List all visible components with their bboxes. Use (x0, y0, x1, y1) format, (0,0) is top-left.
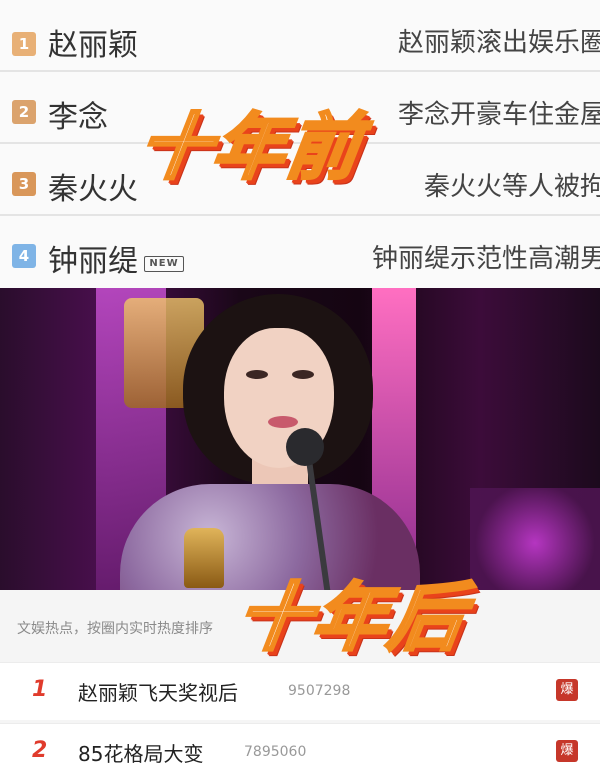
hot-topic-title[interactable]: 赵丽颖飞天奖视后 (78, 677, 238, 706)
celebrity-name: 钟丽缇 (48, 244, 138, 279)
celebrity-name: 秦火火 (48, 172, 138, 207)
rank-badge: 4 (12, 244, 36, 268)
list-item[interactable]: 1 赵丽颖 赵丽颖滚出娱乐圈 (0, 0, 600, 72)
award-stage-photo (0, 288, 600, 590)
rank-number: 1 (32, 677, 48, 702)
caption-ten-years-later: 十年后 (230, 574, 473, 663)
celebrity-name: 李念 (48, 100, 108, 135)
heat-count: 9507298 (288, 683, 351, 699)
eye (246, 370, 268, 379)
stage-glow (470, 488, 600, 590)
list-item[interactable]: 2 85花格局大变 7895060 爆 (0, 723, 600, 781)
caption-ten-years-ago: 十年前 (132, 104, 369, 191)
rank-badge: 3 (12, 172, 36, 196)
new-badge: NEW (144, 256, 184, 272)
eye (292, 370, 314, 379)
microphone-icon (286, 428, 324, 466)
section-title: 文娱热点，按圈内实时热度排序 (17, 621, 213, 637)
rank-number: 2 (32, 738, 48, 763)
headline-link[interactable]: 钟丽缇示范性高潮男 (372, 238, 600, 275)
heat-count: 7895060 (244, 744, 307, 760)
celebrity-name: 赵丽颖 (48, 28, 138, 63)
rank-badge: 1 (12, 32, 36, 56)
headline-link[interactable]: 李念开豪车住金屋 (398, 94, 600, 131)
lips (268, 416, 298, 428)
hot-badge: 爆 (556, 679, 578, 701)
headline-link[interactable]: 赵丽颖滚出娱乐圈 (398, 22, 600, 59)
list-item[interactable]: 4 钟丽缇 NEW 钟丽缇示范性高潮男 (0, 216, 600, 288)
trophy (184, 528, 224, 588)
hot-topic-title[interactable]: 85花格局大变 (78, 738, 203, 767)
rank-badge: 2 (12, 100, 36, 124)
headline-link[interactable]: 秦火火等人被拘 (424, 166, 600, 203)
list-item[interactable]: 1 赵丽颖飞天奖视后 9507298 爆 (0, 662, 600, 720)
hot-badge: 爆 (556, 740, 578, 762)
